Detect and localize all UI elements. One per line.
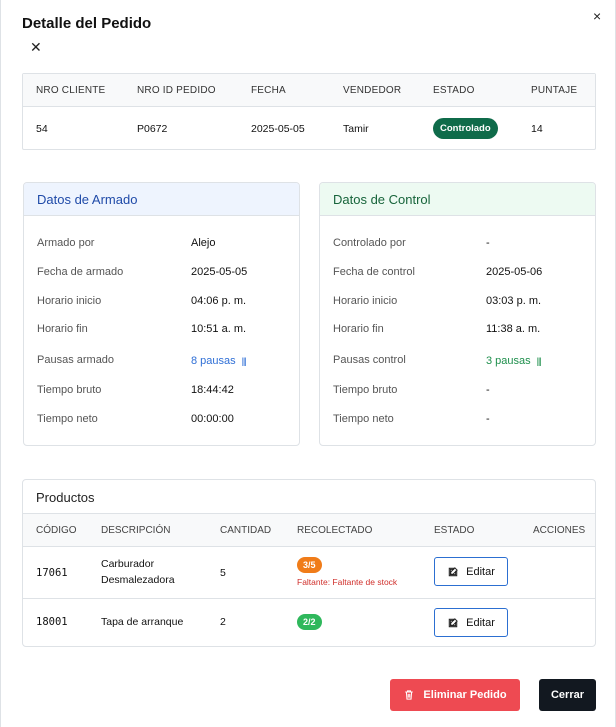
- close-icon[interactable]: ×: [593, 9, 601, 23]
- armado-value: 00:00:00: [191, 413, 234, 425]
- table-row: 17061 Carburador Desmalezadora 5 3/5 Fal…: [23, 547, 595, 599]
- order-detail-modal: Detalle del Pedido × ✕ NRO CLIENTE NRO I…: [0, 0, 616, 727]
- pausas-armado-link[interactable]: 8 pausas |||: [191, 355, 247, 367]
- col-descripcion: DESCRIPCIÓN: [101, 525, 171, 536]
- armado-value: 10:51 a. m.: [191, 323, 247, 335]
- control-label: Tiempo neto: [333, 413, 394, 425]
- recolectado-badge: 3/5: [297, 557, 322, 573]
- col-recolectado: RECOLECTADO: [297, 525, 373, 536]
- modal-title: Detalle del Pedido: [22, 15, 152, 32]
- control-label: Fecha de control: [333, 266, 415, 278]
- close-button-label: Cerrar: [550, 689, 585, 701]
- col-estado: ESTADO: [433, 85, 475, 96]
- edit-button[interactable]: Editar: [434, 557, 508, 586]
- control-label: Controlado por: [333, 237, 406, 249]
- puntaje-value: 14: [531, 123, 543, 135]
- product-code: 17061: [36, 567, 68, 579]
- armado-label: Fecha de armado: [37, 266, 124, 278]
- control-card: Datos de Control Controlado por - Fecha …: [319, 182, 596, 446]
- edit-icon: [448, 617, 458, 627]
- col-nro-id-pedido: NRO ID PEDIDO: [137, 85, 216, 96]
- pausas-control-link[interactable]: 3 pausas |||: [486, 355, 542, 367]
- close-button[interactable]: Cerrar: [539, 679, 596, 711]
- control-label: Horario fin: [333, 323, 384, 335]
- product-description: Tapa de arranque: [101, 616, 184, 628]
- product-quantity: 2: [220, 616, 226, 628]
- pause-bars-icon: |||: [536, 356, 542, 366]
- product-code: 18001: [36, 616, 68, 628]
- products-panel: Productos CÓDIGO DESCRIPCIÓN CANTIDAD RE…: [22, 479, 596, 647]
- armado-value: Alejo: [191, 237, 216, 249]
- col-cantidad: CANTIDAD: [220, 525, 272, 536]
- control-label: Tiempo bruto: [333, 384, 398, 396]
- close-icon[interactable]: ✕: [30, 40, 42, 54]
- pause-bars-icon: |||: [241, 356, 247, 366]
- vendedor-value: Tamir: [343, 123, 369, 135]
- control-value: -: [486, 237, 490, 249]
- edit-button-label: Editar: [466, 565, 495, 578]
- col-codigo: CÓDIGO: [36, 525, 77, 536]
- table-row: 18001 Tapa de arranque 2 2/2 Editar: [23, 599, 595, 646]
- trash-icon: [405, 690, 414, 700]
- armado-label: Armado por: [37, 237, 95, 249]
- product-quantity: 5: [220, 567, 226, 579]
- col-estado: ESTADO: [434, 525, 475, 536]
- armado-value: 04:06 p. m.: [191, 295, 247, 307]
- col-acciones: ACCIONES: [533, 525, 586, 536]
- control-value: -: [486, 384, 490, 396]
- armado-label: Horario inicio: [37, 295, 102, 307]
- order-summary-table: NRO CLIENTE NRO ID PEDIDO FECHA VENDEDOR…: [22, 73, 596, 150]
- edit-button[interactable]: Editar: [434, 608, 508, 637]
- recolectado-badge: 2/2: [297, 614, 322, 630]
- fecha-value: 2025-05-05: [251, 123, 305, 135]
- pausas-armado-count: 8 pausas: [191, 355, 236, 367]
- armado-value: 18:44:42: [191, 384, 234, 396]
- nro-cliente-value: 54: [36, 123, 48, 135]
- status-badge: Controlado: [433, 118, 498, 139]
- modal-header: Detalle del Pedido × ✕: [1, 0, 616, 74]
- pausas-control-count: 3 pausas: [486, 355, 531, 367]
- col-nro-cliente: NRO CLIENTE: [36, 85, 106, 96]
- products-title: Productos: [36, 490, 95, 505]
- nro-id-pedido-value: P0672: [137, 123, 168, 135]
- control-value: 03:03 p. m.: [486, 295, 542, 307]
- faltante-note: Faltante: Faltante de stock: [297, 577, 398, 587]
- edit-button-label: Editar: [466, 616, 495, 629]
- summary-header-row: NRO CLIENTE NRO ID PEDIDO FECHA VENDEDOR…: [23, 74, 595, 107]
- col-puntaje: PUNTAJE: [531, 85, 578, 96]
- control-card-title: Datos de Control: [320, 183, 595, 216]
- armado-card-title: Datos de Armado: [24, 183, 299, 216]
- product-description: Carburador: [101, 558, 155, 570]
- armado-label: Tiempo bruto: [37, 384, 102, 396]
- control-value: -: [486, 413, 490, 425]
- control-label: Pausas control: [333, 354, 406, 366]
- control-value: 11:38 a. m.: [486, 323, 541, 335]
- edit-icon: [448, 566, 458, 576]
- armado-card: Datos de Armado Armado por Alejo Fecha d…: [23, 182, 300, 446]
- control-value: 2025-05-06: [486, 266, 543, 278]
- control-label: Horario inicio: [333, 295, 398, 307]
- armado-value: 2025-05-05: [191, 266, 248, 278]
- products-header-row: CÓDIGO DESCRIPCIÓN CANTIDAD RECOLECTADO …: [23, 513, 595, 547]
- armado-label: Tiempo neto: [37, 413, 98, 425]
- delete-order-button[interactable]: Eliminar Pedido: [390, 679, 520, 711]
- col-vendedor: VENDEDOR: [343, 85, 402, 96]
- delete-order-label: Eliminar Pedido: [423, 689, 507, 701]
- product-description-line2: Desmalezadora: [101, 574, 175, 586]
- armado-label: Horario fin: [37, 323, 88, 335]
- armado-label: Pausas armado: [37, 354, 115, 366]
- col-fecha: FECHA: [251, 85, 286, 96]
